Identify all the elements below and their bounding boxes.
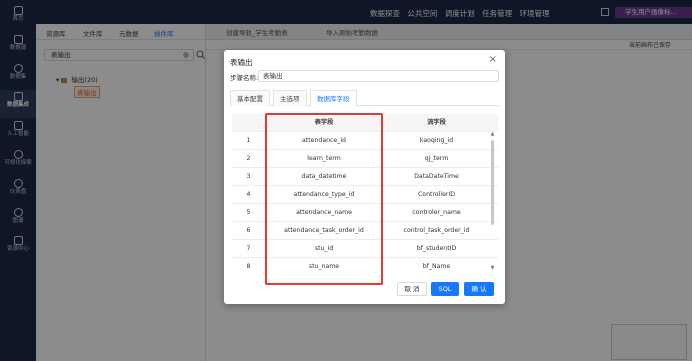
table-header: 表字段 流字段 [232,114,498,132]
dialog-title: 表输出 [230,58,253,67]
step-name-input[interactable]: 表输出 [258,70,499,82]
dialog-tabs: 基本配置 主选项 数据库字段 [230,90,499,107]
row-index: 4 [246,191,251,198]
table-row[interactable]: 8 stu_name bf_Name [232,258,498,272]
stream-field-cell[interactable]: bf_studentID [383,240,490,258]
table-field-cell[interactable]: attendance_task_order_id [265,222,383,240]
stream-field-cell[interactable]: kaoqing_id [383,132,490,150]
sql-button[interactable]: SQL [431,282,459,296]
table-row[interactable]: 4 attendance_type_id ControllerID [232,186,498,204]
table-field-cell[interactable]: stu_id [265,240,383,258]
table-field-cell[interactable]: attendance_name [265,204,383,222]
row-index: 8 [246,263,251,270]
table-field-cell[interactable]: stu_name [265,258,383,272]
table-field-cell[interactable]: attendance_id [265,132,383,150]
row-index: 3 [246,173,251,180]
tab-db-fields[interactable]: 数据库字段 [310,90,357,107]
field-mapping-table: 表字段 流字段 1 attendance_id kaoqing_id 2 lea… [232,114,498,272]
stream-field-cell[interactable]: bf_Name [383,258,490,272]
stream-field-cell[interactable]: controler_name [383,204,490,222]
row-index: 6 [246,227,251,234]
row-index: 7 [246,245,251,252]
table-row[interactable]: 1 attendance_id kaoqing_id [232,132,498,150]
stream-field-cell[interactable]: control_task_order_id [383,222,490,240]
table-field-cell[interactable]: attendance_type_id [265,186,383,204]
stream-field-cell[interactable]: DataDateTime [383,168,490,186]
row-index: 2 [246,155,251,162]
cancel-button[interactable]: 取 消 [397,282,427,296]
scroll-thumb[interactable] [491,140,494,225]
close-icon[interactable]: × [489,55,497,65]
table-field-cell[interactable]: data_datetime [265,168,383,186]
stream-field-cell[interactable]: qj_term [383,150,490,168]
caret-down-icon[interactable]: ▼ [490,266,495,271]
table-row[interactable]: 5 attendance_name controler_name [232,204,498,222]
table-field-cell[interactable]: learn_term [265,150,383,168]
table-row[interactable]: 3 data_datetime DataDateTime [232,168,498,186]
table-row[interactable]: 6 attendance_task_order_id control_task_… [232,222,498,240]
row-index: 1 [246,137,251,144]
header-cell-stream-field: 流字段 [427,119,446,126]
app-window: 首页 数据源 数据集 数据集成 人工智能 可视化探索 仪表盘 图谱 资源中心 数… [0,0,692,361]
header-cell-table-field: 表字段 [314,119,334,126]
tab-basic-config[interactable]: 基本配置 [230,90,270,106]
table-row[interactable]: 2 learn_term qj_term [232,150,498,168]
header-cell-index [232,114,265,132]
table-output-dialog: 表输出 × 步骤名称: 表输出 基本配置 主选项 数据库字段 表字段 流字段 1… [224,50,505,304]
stream-field-cell[interactable]: ControllerID [383,186,490,204]
table-row[interactable]: 7 stu_id bf_studentID [232,240,498,258]
step-name-label: 步骤名称: [230,74,259,82]
tab-main-options[interactable]: 主选项 [273,90,307,106]
ok-button[interactable]: 确 认 [464,282,494,296]
caret-up-icon[interactable]: ▲ [490,132,495,137]
row-index: 5 [246,209,251,216]
table-scrollbar[interactable]: ▲ ▼ [490,132,495,271]
